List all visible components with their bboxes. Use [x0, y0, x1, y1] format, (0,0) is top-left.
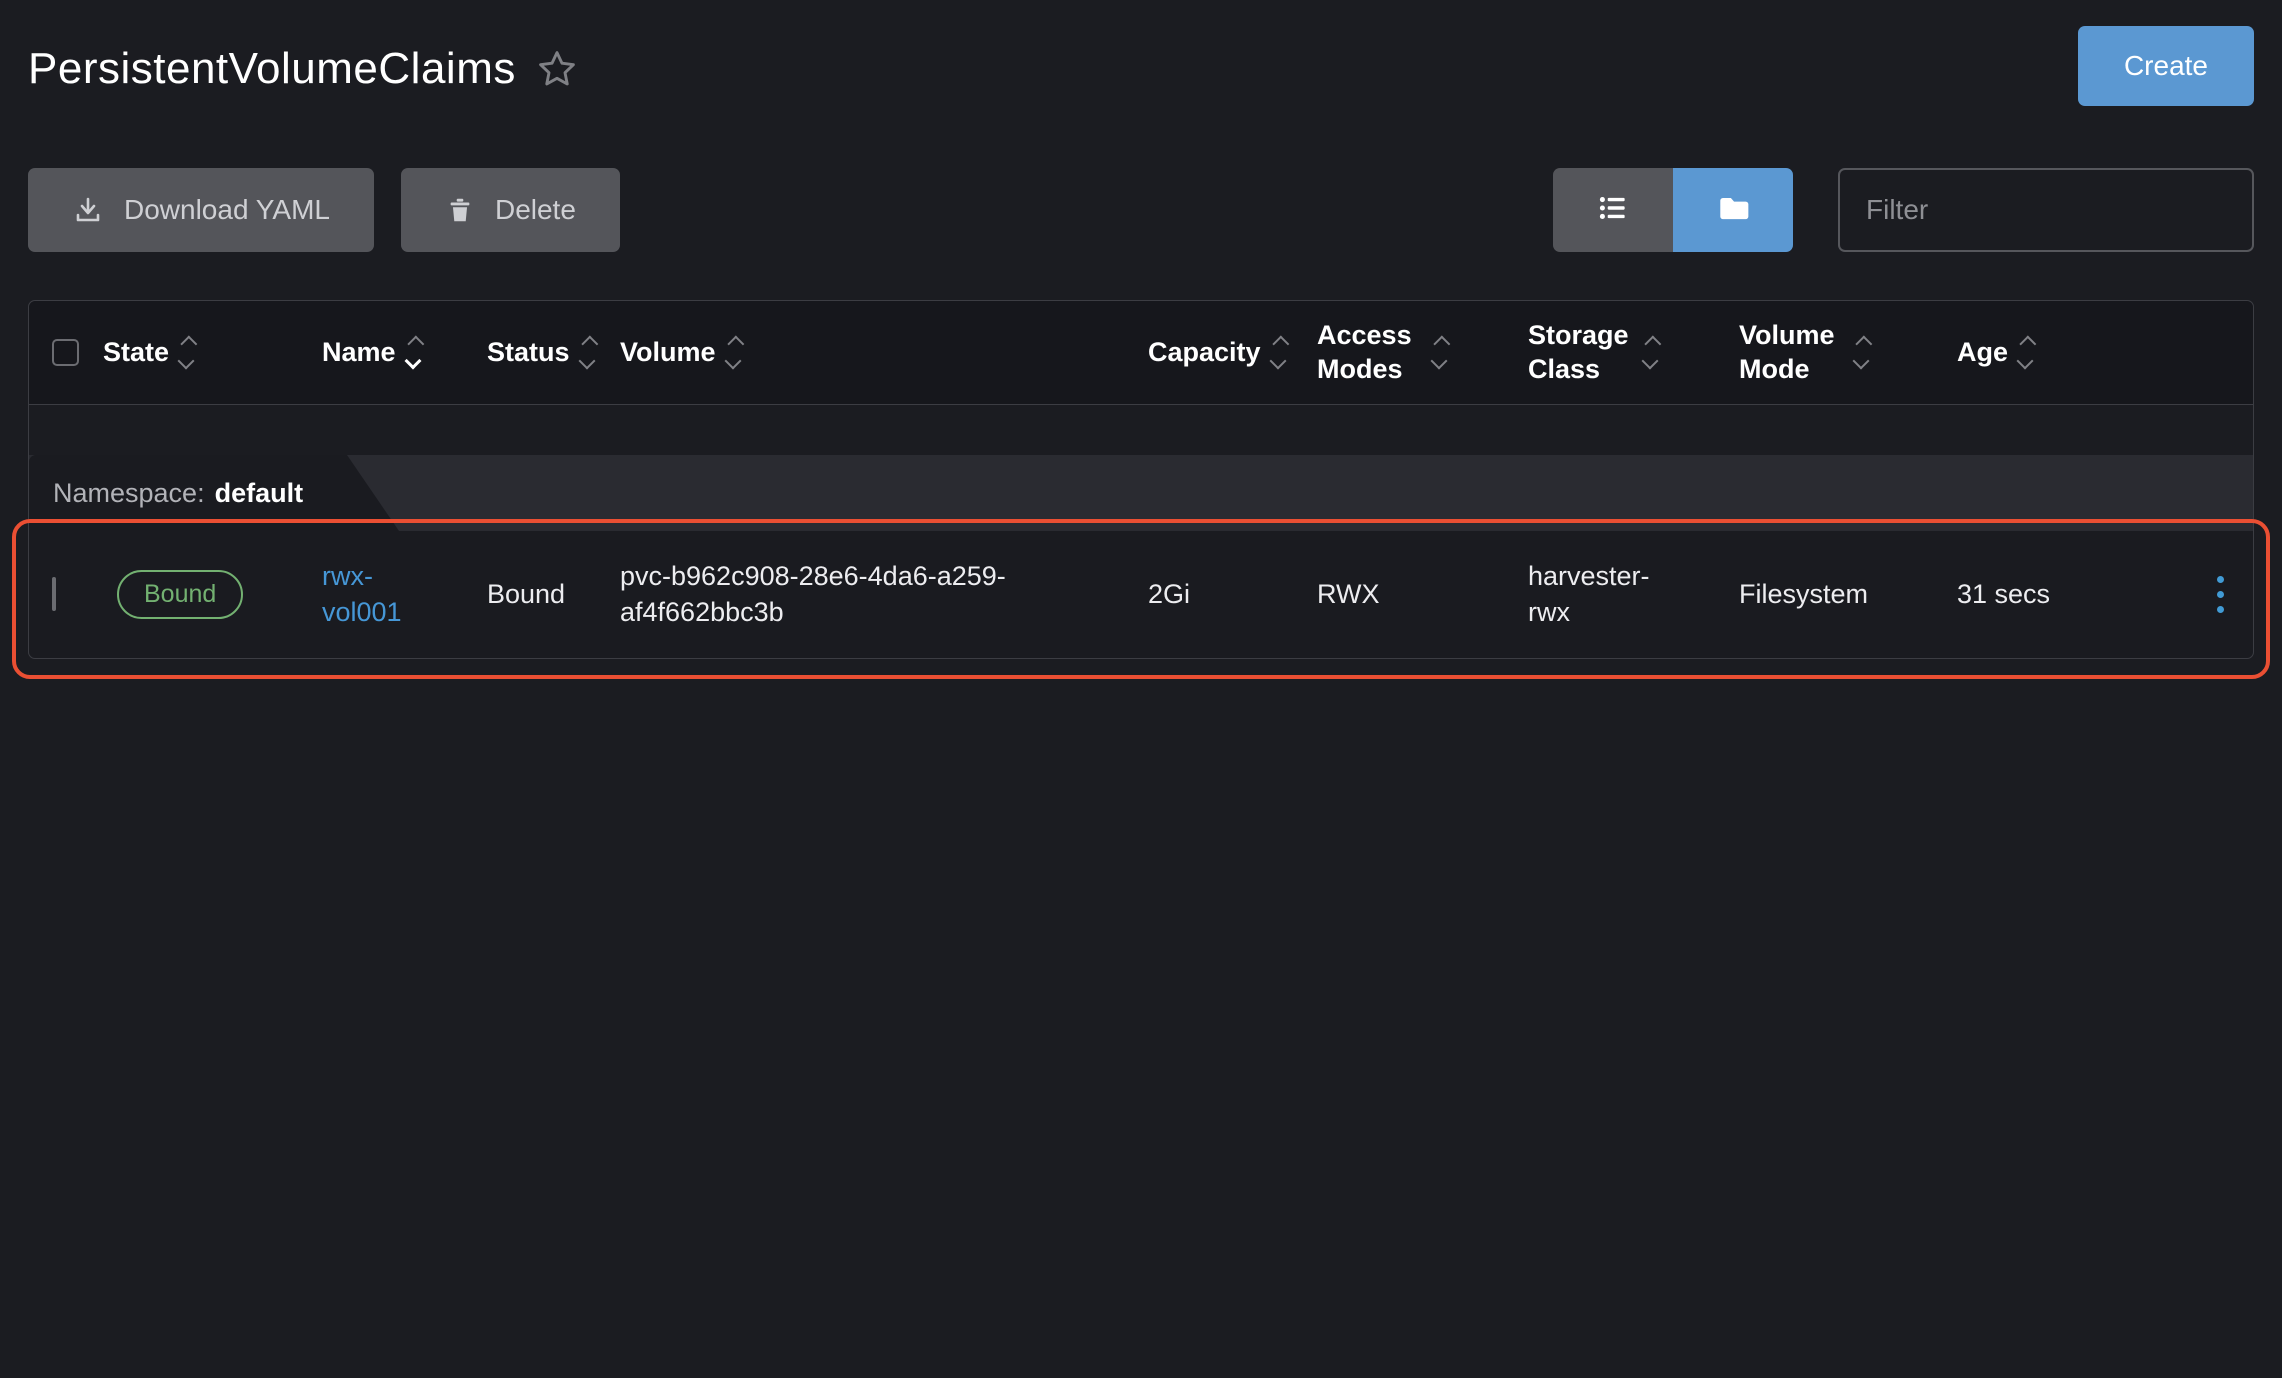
pvc-page: PersistentVolumeClaims Create [0, 0, 2282, 1378]
row-actions-kebab-icon[interactable] [2187, 576, 2253, 613]
sort-icon[interactable] [407, 338, 419, 367]
status-cell: Bound [479, 577, 612, 612]
group-tab-slant [347, 455, 399, 531]
column-header-storage-class[interactable]: Storage Class [1520, 319, 1731, 387]
column-header-age[interactable]: Age [1949, 336, 2139, 370]
storage-class-cell: harvester-rwx [1520, 559, 1731, 629]
grouped-view-button[interactable] [1673, 168, 1793, 252]
table-header-row: State Name Status Volume Capacity Access… [29, 301, 2253, 405]
title-row: PersistentVolumeClaims Create [0, 0, 2282, 106]
column-header-access-modes[interactable]: Access Modes [1309, 319, 1520, 387]
list-icon [1595, 190, 1631, 231]
actions-row: Download YAML Delete [28, 168, 2254, 252]
namespace-label: Namespace: [53, 478, 205, 509]
volume-mode-cell: Filesystem [1731, 577, 1949, 612]
download-yaml-button[interactable]: Download YAML [28, 168, 374, 252]
download-yaml-label: Download YAML [124, 194, 330, 226]
filter-input[interactable] [1838, 168, 2254, 252]
sort-icon[interactable] [1272, 338, 1284, 367]
sort-icon[interactable] [581, 338, 593, 367]
delete-label: Delete [495, 194, 576, 226]
capacity-cell: 2Gi [1140, 577, 1309, 612]
actions-cell [2139, 576, 2253, 613]
access-modes-cell: RWX [1309, 577, 1520, 612]
sort-icon[interactable] [1855, 338, 1867, 367]
pvc-name-link[interactable]: rwx-vol001 [322, 559, 422, 629]
delete-button[interactable]: Delete [401, 168, 620, 252]
age-cell: 31 secs [1949, 577, 2139, 612]
namespace-value: default [215, 478, 304, 509]
column-header-status[interactable]: Status [479, 336, 612, 370]
trash-icon [445, 195, 475, 225]
table-row[interactable]: Bound rwx-vol001 Bound pvc-b962c908-28e6… [29, 531, 2253, 658]
row-checkbox[interactable] [52, 577, 56, 611]
folder-icon [1715, 190, 1751, 231]
column-header-capacity[interactable]: Capacity [1140, 336, 1309, 370]
column-header-name[interactable]: Name [314, 336, 479, 370]
sort-icon[interactable] [180, 338, 192, 367]
name-cell: rwx-vol001 [314, 559, 479, 629]
download-icon [72, 194, 104, 226]
view-toggle [1553, 168, 1793, 252]
namespace-group-box: Bound rwx-vol001 Bound pvc-b962c908-28e6… [29, 531, 2253, 658]
state-cell: Bound [95, 570, 314, 619]
select-all-checkbox[interactable] [52, 339, 79, 366]
status-badge: Bound [117, 570, 243, 619]
favorite-star-icon[interactable] [536, 48, 578, 90]
table-body: Namespace: default Bound rwx-vol001 Boun… [29, 455, 2253, 658]
column-header-state[interactable]: State [95, 336, 314, 370]
namespace-group-tab: Namespace: default [29, 455, 2253, 531]
column-header-volume[interactable]: Volume [612, 336, 1140, 370]
sort-icon[interactable] [1433, 338, 1445, 367]
sort-icon[interactable] [727, 338, 739, 367]
sort-icon[interactable] [1644, 338, 1656, 367]
sort-icon[interactable] [2019, 338, 2031, 367]
create-button[interactable]: Create [2078, 26, 2254, 106]
page-title: PersistentVolumeClaims [28, 44, 516, 94]
column-header-volume-mode[interactable]: Volume Mode [1731, 319, 1949, 387]
volume-cell: pvc-b962c908-28e6-4da6-a259-af4f662bbc3b [612, 559, 1140, 629]
pvc-table: State Name Status Volume Capacity Access… [28, 300, 2254, 659]
list-view-button[interactable] [1553, 168, 1673, 252]
